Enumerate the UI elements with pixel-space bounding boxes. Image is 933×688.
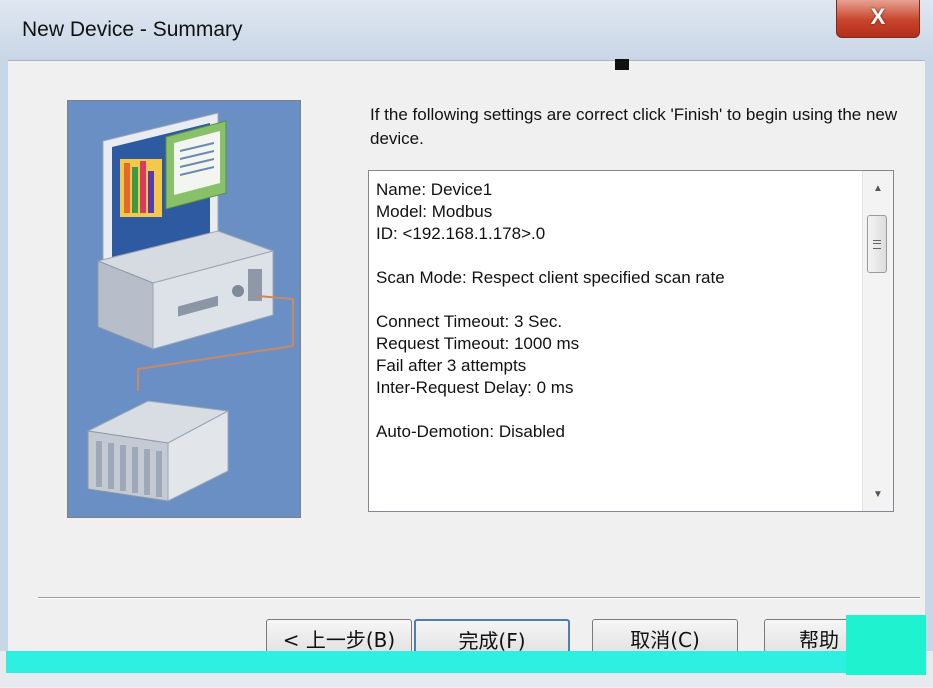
close-icon: X [870,4,886,29]
summary-line: Auto-Demotion: Disabled [376,422,565,441]
scroll-up-icon[interactable]: ▲ [863,177,893,201]
computer-network-plc-illustration [86,112,294,502]
button-separator [38,597,920,599]
summary-textbox[interactable]: Name: Device1 Model: Modbus ID: <192.168… [368,170,894,512]
summary-line [376,245,857,267]
vertical-scrollbar[interactable]: ▲ ▼ [862,171,893,511]
render-artifact [615,59,629,70]
summary-line: Name: Device1 [376,180,493,199]
title-bar: New Device - Summary X [0,0,933,60]
summary-line [376,289,857,311]
scroll-thumb[interactable] [867,215,887,273]
summary-line: Connect Timeout: 3 Sec. [376,312,563,331]
summary-line: Fail after 3 attempts [376,356,527,375]
summary-line: Request Timeout: 1000 ms [376,334,580,353]
close-button[interactable]: X [836,0,920,38]
window-frame-right [925,60,933,687]
window-title: New Device - Summary [22,18,243,41]
scroll-down-icon[interactable]: ▼ [863,483,893,507]
summary-line [376,399,857,421]
summary-line: Scan Mode: Respect client specified scan… [376,268,725,287]
render-artifact-patch [846,615,926,675]
grip-icon [873,240,881,249]
render-artifact-band [6,651,906,673]
summary-line: ID: <192.168.1.178>.0 [376,224,546,243]
summary-lines: Name: Device1 Model: Modbus ID: <192.168… [376,179,857,443]
instructions-text: If the following settings are correct cl… [370,105,898,148]
summary-line: Model: Modbus [376,202,493,221]
device-illustration [67,100,301,518]
window-frame-left [0,60,8,687]
summary-line: Inter-Request Delay: 0 ms [376,378,574,397]
